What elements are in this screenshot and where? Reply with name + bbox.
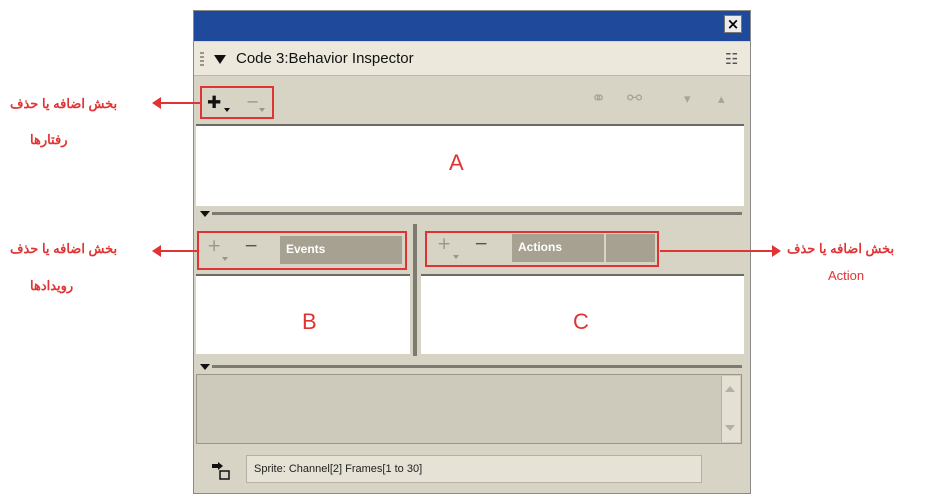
section-divider[interactable] [212, 212, 742, 215]
annotation-events-arrow [160, 250, 197, 252]
add-action-dropdown-icon[interactable] [453, 255, 459, 259]
annotation-action-arrow [660, 250, 772, 252]
annotation-behaviors-line2: رفتارها [30, 132, 68, 147]
status-text: Sprite: Channel[2] Frames[1 to 30] [254, 463, 423, 475]
section-toggle-icon[interactable] [200, 364, 210, 370]
annotation-behaviors-line1: بخش اضافه یا حذف [10, 96, 118, 111]
area-a-label: A [449, 150, 464, 175]
arrow-head-icon [772, 245, 781, 257]
arrow-head-icon [152, 245, 161, 257]
events-header: Events [280, 236, 402, 264]
add-event-dropdown-icon[interactable] [222, 257, 228, 261]
vertical-splitter[interactable] [413, 224, 417, 356]
arrow-head-icon [152, 97, 161, 109]
panel-title: Code 3:Behavior Inspector [236, 50, 414, 67]
scroll-down-icon[interactable] [725, 425, 735, 431]
annotation-action-line1: بخش اضافه یا حذف [787, 241, 895, 256]
remove-behavior-button[interactable]: − [246, 92, 259, 112]
description-area[interactable] [196, 374, 742, 444]
panel-menu-icon[interactable]: ☷ [725, 50, 738, 68]
remove-action-button[interactable]: − [474, 234, 488, 254]
move-down-icon[interactable]: ▾ [684, 90, 691, 110]
remove-behavior-dropdown-icon[interactable] [259, 108, 265, 112]
behavior-edit-icon[interactable]: ⚯ [627, 89, 642, 109]
close-button[interactable]: × [724, 15, 742, 33]
behaviors-toolbar [194, 78, 750, 124]
actions-header: Actions [512, 234, 604, 262]
area-b-label: B [302, 309, 317, 334]
window-titlebar[interactable] [194, 11, 750, 41]
scroll-up-icon[interactable] [725, 386, 735, 392]
add-action-button[interactable]: + [437, 234, 451, 254]
sprite-selection-icon[interactable] [210, 461, 232, 481]
annotation-behaviors-arrow [160, 102, 200, 104]
add-behavior-dropdown-icon[interactable] [224, 108, 230, 112]
behavior-link-icon[interactable]: ⚭ [591, 89, 606, 109]
section-toggle-icon[interactable] [200, 211, 210, 217]
move-up-icon[interactable]: ▴ [718, 90, 725, 110]
annotation-events-line1: بخش اضافه یا حذف [10, 241, 118, 256]
collapse-triangle-icon[interactable] [214, 55, 226, 64]
annotation-events-line2: رویدادها [30, 278, 74, 293]
behaviors-list[interactable] [196, 124, 744, 206]
area-c-label: C [573, 309, 589, 334]
add-event-button[interactable]: + [207, 236, 221, 256]
section-divider[interactable] [212, 365, 742, 368]
add-behavior-button[interactable]: ✚ [207, 93, 221, 113]
remove-event-button[interactable]: − [244, 236, 258, 256]
actions-header-extra [606, 234, 655, 262]
annotation-action-line2: Action [828, 268, 865, 283]
drag-grip-icon[interactable] [200, 52, 204, 66]
